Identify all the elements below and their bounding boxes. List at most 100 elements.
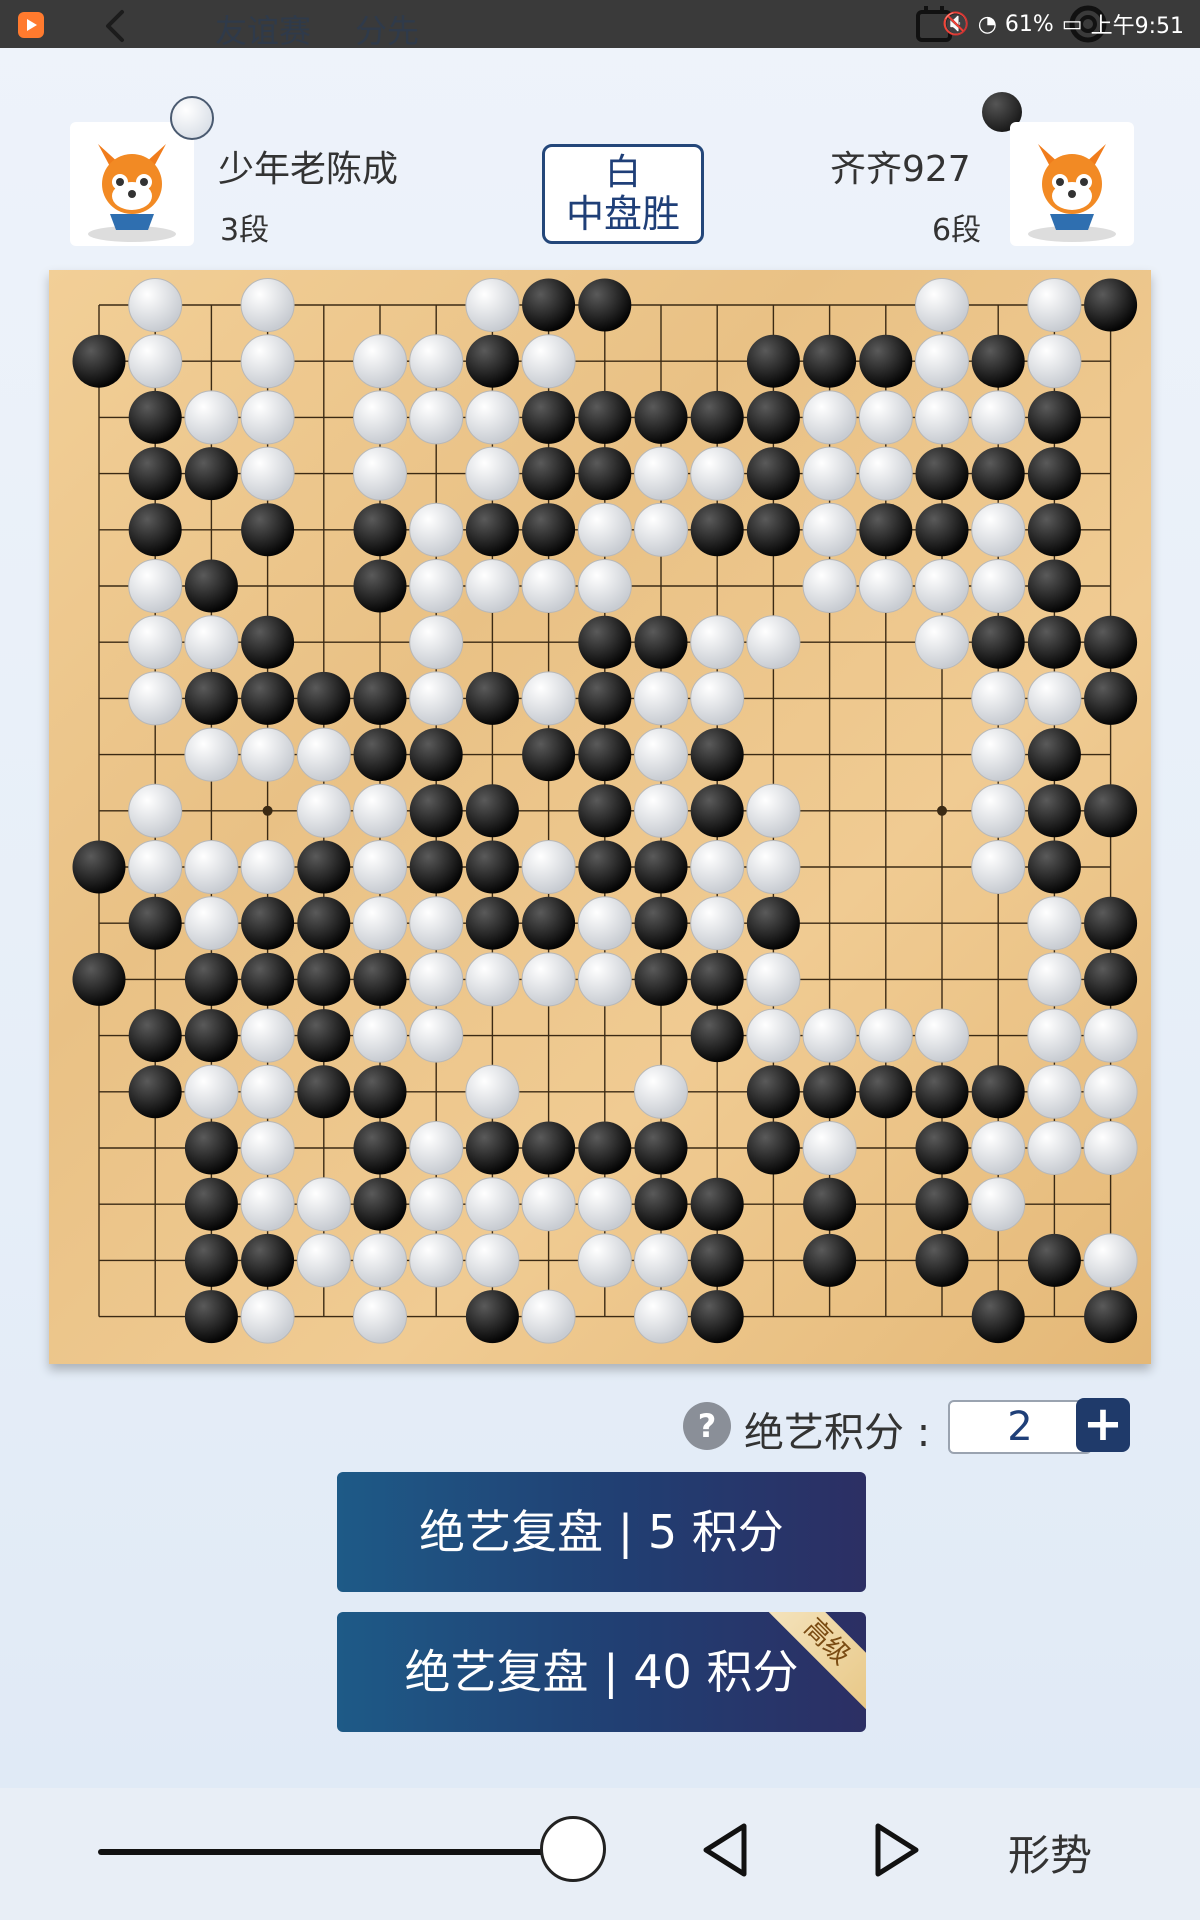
next-move-icon[interactable] xyxy=(864,1818,928,1882)
white-stone xyxy=(409,1177,464,1232)
black-stone xyxy=(184,447,238,501)
match-mode-label: 友谊赛 xyxy=(215,12,312,50)
white-stone xyxy=(971,502,1026,557)
white-stone xyxy=(353,1008,407,1063)
fox-avatar-icon xyxy=(88,144,176,242)
white-stone xyxy=(409,615,464,670)
replay-basic-button[interactable]: 绝艺复盘 | 5 积分 xyxy=(337,1472,866,1592)
white-stone xyxy=(240,1008,295,1063)
black-stone xyxy=(409,840,463,894)
white-stone xyxy=(1027,278,1082,332)
black-stone xyxy=(297,671,351,725)
black-stone xyxy=(578,784,632,838)
black-stone xyxy=(578,671,632,725)
black-stone xyxy=(634,390,688,444)
white-stone xyxy=(184,390,239,445)
white-stone xyxy=(1027,671,1082,726)
black-stone xyxy=(465,840,519,894)
black-stone xyxy=(746,896,800,950)
black-stone xyxy=(746,390,800,444)
black-stone xyxy=(578,615,632,669)
replay-advanced-button[interactable]: 绝艺复盘 | 40 积分 高级 xyxy=(337,1612,866,1732)
black-stone xyxy=(690,952,744,1006)
white-stone xyxy=(802,1121,857,1175)
black-stone xyxy=(915,1233,969,1287)
go-board[interactable] xyxy=(49,270,1151,1364)
move-slider-track[interactable] xyxy=(98,1849,576,1855)
black-stone xyxy=(72,840,126,894)
white-stone xyxy=(240,446,295,501)
black-stone xyxy=(465,1121,519,1175)
white-stone xyxy=(1027,952,1082,1007)
white-stone xyxy=(577,1233,632,1288)
white-stone xyxy=(802,502,857,557)
black-stone xyxy=(746,503,800,557)
white-stone xyxy=(296,727,351,782)
black-stone xyxy=(1027,390,1081,444)
black-stone xyxy=(578,728,632,782)
white-stone xyxy=(465,446,520,501)
handicap-label: 分先 xyxy=(355,12,420,50)
white-stone xyxy=(634,1064,688,1119)
black-stone xyxy=(690,1290,744,1344)
white-stone xyxy=(184,1064,239,1119)
white-stone xyxy=(971,727,1026,782)
black-stone xyxy=(578,1121,632,1175)
white-stone xyxy=(634,1233,688,1288)
black-stone xyxy=(859,334,913,388)
white-stone xyxy=(240,390,295,445)
white-stone xyxy=(634,727,688,782)
black-stone xyxy=(1027,559,1081,613)
black-stone xyxy=(522,278,576,332)
fox-avatar-icon xyxy=(1028,144,1116,242)
white-stone xyxy=(409,559,464,613)
black-stone xyxy=(184,1290,238,1344)
black-stone xyxy=(297,896,351,950)
black-stone xyxy=(465,334,519,388)
help-icon[interactable]: ? xyxy=(683,1402,731,1450)
game-result-badge: 白 中盘胜 xyxy=(542,144,704,244)
white-stone xyxy=(521,559,576,613)
black-stone xyxy=(522,896,576,950)
white-stone xyxy=(465,559,520,613)
white-stone xyxy=(409,1008,464,1063)
black-stone xyxy=(971,1065,1025,1119)
black-stone xyxy=(241,671,295,725)
white-stone xyxy=(577,1177,632,1232)
black-stone xyxy=(128,1065,182,1119)
white-stone xyxy=(409,1121,464,1175)
black-stone xyxy=(690,1233,744,1287)
black-stone xyxy=(465,896,519,950)
previous-move-icon[interactable] xyxy=(694,1818,758,1882)
black-stone xyxy=(746,1121,800,1175)
white-stone xyxy=(240,1121,295,1175)
black-stone xyxy=(1084,671,1138,725)
black-stone xyxy=(297,952,351,1006)
white-stone xyxy=(577,502,632,557)
black-stone xyxy=(690,728,744,782)
white-stone xyxy=(353,446,407,501)
black-stone xyxy=(690,390,744,444)
white-stone xyxy=(858,559,913,613)
left-player-avatar[interactable] xyxy=(70,122,194,246)
white-stone xyxy=(971,559,1026,613)
white-stone xyxy=(521,1177,576,1232)
back-icon[interactable] xyxy=(96,6,136,46)
black-stone xyxy=(353,1065,407,1119)
white-stone xyxy=(128,559,183,613)
right-player-avatar[interactable] xyxy=(1010,122,1134,246)
black-stone xyxy=(971,334,1025,388)
white-stone xyxy=(240,1177,295,1232)
black-stone xyxy=(297,1065,351,1119)
right-player-rank: 6段 xyxy=(932,213,982,248)
add-points-button[interactable]: + xyxy=(1076,1398,1130,1452)
app-notification-icon xyxy=(18,12,44,38)
board-grid[interactable] xyxy=(49,270,1151,1364)
situation-button[interactable]: 形势 xyxy=(1008,1822,1092,1883)
black-stone xyxy=(353,728,407,782)
white-stone xyxy=(353,334,407,389)
white-stone xyxy=(465,278,520,332)
move-slider-thumb[interactable] xyxy=(540,1816,606,1882)
black-stone xyxy=(184,671,238,725)
black-stone xyxy=(1084,784,1138,838)
